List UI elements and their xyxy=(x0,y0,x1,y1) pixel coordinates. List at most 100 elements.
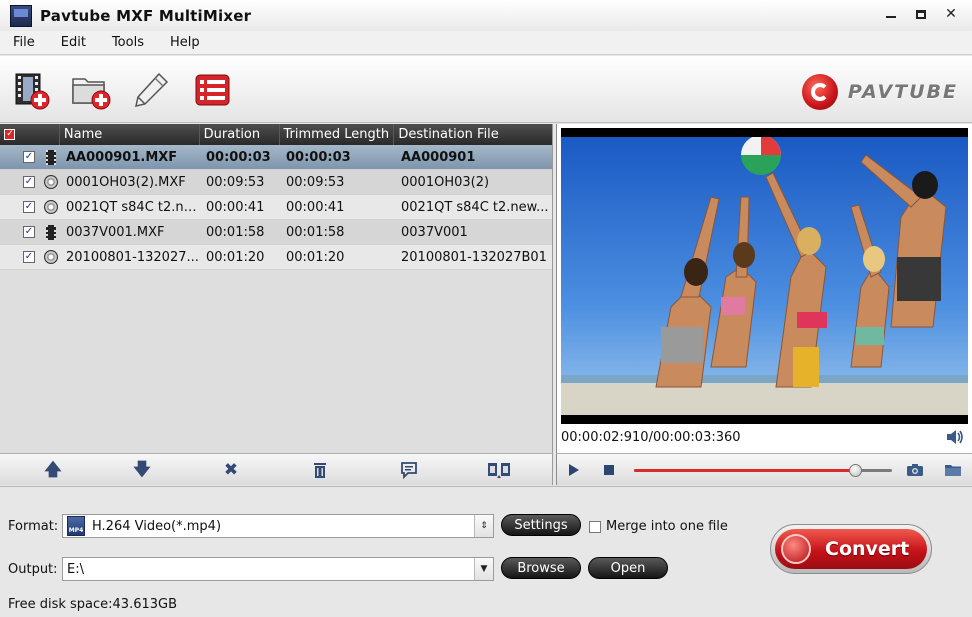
row-checkbox[interactable]: ✓ xyxy=(23,151,35,163)
output-path-input[interactable]: E:\ ▼ xyxy=(62,557,494,581)
add-folder-icon xyxy=(72,78,111,110)
trash-icon xyxy=(314,463,326,478)
move-up-button[interactable]: 🡅 xyxy=(44,461,62,479)
preview-panel: 00:00:02:910/00:00:03:360 xyxy=(556,124,972,453)
open-snapshot-folder-button[interactable] xyxy=(944,463,962,477)
speech-bubble-icon xyxy=(401,462,417,480)
volume-button[interactable] xyxy=(946,429,964,445)
row-destination-file: 0021QT s84C t2.new... xyxy=(401,199,549,215)
clear-list-button[interactable] xyxy=(311,461,329,479)
disc-icon xyxy=(44,200,58,214)
file-row[interactable]: ✓ AA000901.MXF 00:00:03 00:00:03 AA00090… xyxy=(0,145,552,170)
video-preview[interactable] xyxy=(561,128,968,424)
seek-handle[interactable] xyxy=(848,464,862,477)
settings-button[interactable]: Settings xyxy=(501,514,581,536)
format-value: H.264 Video(*.mp4) xyxy=(92,518,222,534)
menu-edit[interactable]: Edit xyxy=(48,35,99,50)
row-checkbox-cell: ✓ xyxy=(0,176,40,188)
toolbar: PAVTUBE xyxy=(0,56,972,123)
row-destination-file: 20100801-132027B01 xyxy=(401,249,547,265)
split-film-icon xyxy=(488,463,510,478)
add-video-button[interactable] xyxy=(12,70,52,110)
file-row[interactable]: ✓ 0021QT s84C t2.ne... 00:00:41 00:00:41… xyxy=(0,195,552,220)
edit-button[interactable] xyxy=(131,70,171,110)
row-destination-file: 0037V001 xyxy=(401,224,468,240)
properties-button[interactable] xyxy=(400,461,418,480)
row-checkbox[interactable]: ✓ xyxy=(23,251,35,263)
merge-checkbox[interactable] xyxy=(589,521,601,533)
move-down-button[interactable]: 🡇 xyxy=(133,461,151,479)
pavtube-logo-text: PAVTUBE xyxy=(847,81,958,103)
add-folder-button[interactable] xyxy=(70,70,111,110)
merge-label: Merge into one file xyxy=(606,519,728,534)
select-all-checkbox[interactable]: ✓ xyxy=(0,124,20,145)
updown-arrow-icon: ⇕ xyxy=(474,515,493,537)
pavtube-logo: PAVTUBE xyxy=(801,74,958,110)
close-icon: ✕ xyxy=(945,6,957,22)
x-icon: ✖ xyxy=(223,460,239,480)
row-name: 0021QT s84C t2.ne... xyxy=(66,199,202,215)
list-toolbar: 🡅 🡇 ✖ xyxy=(0,453,553,485)
mp4-format-icon: MP4 xyxy=(67,516,85,536)
maximize-icon xyxy=(916,9,926,19)
row-duration: 00:00:03 xyxy=(206,149,271,165)
menu-bar: File Edit Tools Help xyxy=(0,31,972,55)
timecode-readout: 00:00:02:910/00:00:03:360 xyxy=(561,430,741,445)
output-label: Output: xyxy=(8,562,58,577)
row-icon-cell xyxy=(40,250,62,264)
file-row[interactable]: ✓ 20100801-132027... 00:01:20 00:01:20 2… xyxy=(0,245,552,270)
format-select[interactable]: MP4 H.264 Video(*.mp4) ⇕ xyxy=(62,514,494,538)
row-trimmed-length: 00:00:03 xyxy=(286,149,351,165)
add-video-icon xyxy=(15,73,50,110)
maximize-button[interactable] xyxy=(914,7,928,21)
row-name: 0001OH03(2).MXF xyxy=(66,174,186,190)
arrow-up-icon: 🡅 xyxy=(44,460,62,480)
row-icon-cell xyxy=(40,175,62,189)
open-button[interactable]: Open xyxy=(588,557,668,579)
file-list-header: ✓ Name Duration Trimmed Length Destinati… xyxy=(0,124,552,145)
header-trimmed-length[interactable]: Trimmed Length xyxy=(280,124,395,145)
close-button[interactable]: ✕ xyxy=(944,7,958,21)
menu-file[interactable]: File xyxy=(0,35,48,50)
split-button[interactable] xyxy=(487,461,511,479)
file-row[interactable]: ✓ 0037V001.MXF 00:01:58 00:01:58 0037V00… xyxy=(0,220,552,245)
seek-slider[interactable] xyxy=(634,464,892,477)
menu-help[interactable]: Help xyxy=(157,35,213,50)
row-checkbox[interactable]: ✓ xyxy=(23,201,35,213)
list-icon xyxy=(195,74,230,106)
minimize-button[interactable] xyxy=(884,7,898,21)
snapshot-button[interactable] xyxy=(906,463,924,477)
row-duration: 00:01:20 xyxy=(206,249,265,265)
row-name: 20100801-132027... xyxy=(66,249,199,265)
row-checkbox[interactable]: ✓ xyxy=(23,176,35,188)
convert-button-face: Convert xyxy=(775,529,927,569)
chevron-down-icon[interactable]: ▼ xyxy=(474,558,493,580)
player-controls xyxy=(556,453,972,485)
row-checkbox-cell: ✓ xyxy=(0,251,40,263)
row-duration: 00:09:53 xyxy=(206,174,265,190)
disc-icon xyxy=(44,250,58,264)
header-destination-file[interactable]: Destination File xyxy=(394,124,552,145)
stop-icon[interactable] xyxy=(604,465,614,475)
row-checkbox-cell: ✓ xyxy=(0,201,40,213)
row-destination-file: AA000901 xyxy=(401,149,476,165)
browse-button[interactable]: Browse xyxy=(501,557,581,579)
speaker-icon xyxy=(947,430,963,444)
menu-tools[interactable]: Tools xyxy=(99,35,157,50)
app-icon xyxy=(10,4,32,27)
pavtube-logo-icon xyxy=(801,74,838,110)
header-name[interactable]: Name xyxy=(60,124,200,145)
convert-button[interactable]: Convert xyxy=(770,524,932,574)
app-window: Pavtube MXF MultiMixer ✕ File Edit Tools… xyxy=(0,0,972,617)
disc-icon xyxy=(44,175,58,189)
free-disk-space: Free disk space:43.613GB xyxy=(8,597,178,612)
format-label: Format: xyxy=(8,519,59,534)
row-duration: 00:00:41 xyxy=(206,199,265,215)
remove-button[interactable]: ✖ xyxy=(222,461,240,479)
play-icon[interactable] xyxy=(569,464,579,476)
task-list-button[interactable] xyxy=(193,70,233,110)
file-row[interactable]: ✓ 0001OH03(2).MXF 00:09:53 00:09:53 0001… xyxy=(0,170,552,195)
header-duration[interactable]: Duration xyxy=(200,124,280,145)
arrow-down-icon: 🡇 xyxy=(133,460,151,480)
row-checkbox[interactable]: ✓ xyxy=(23,226,35,238)
